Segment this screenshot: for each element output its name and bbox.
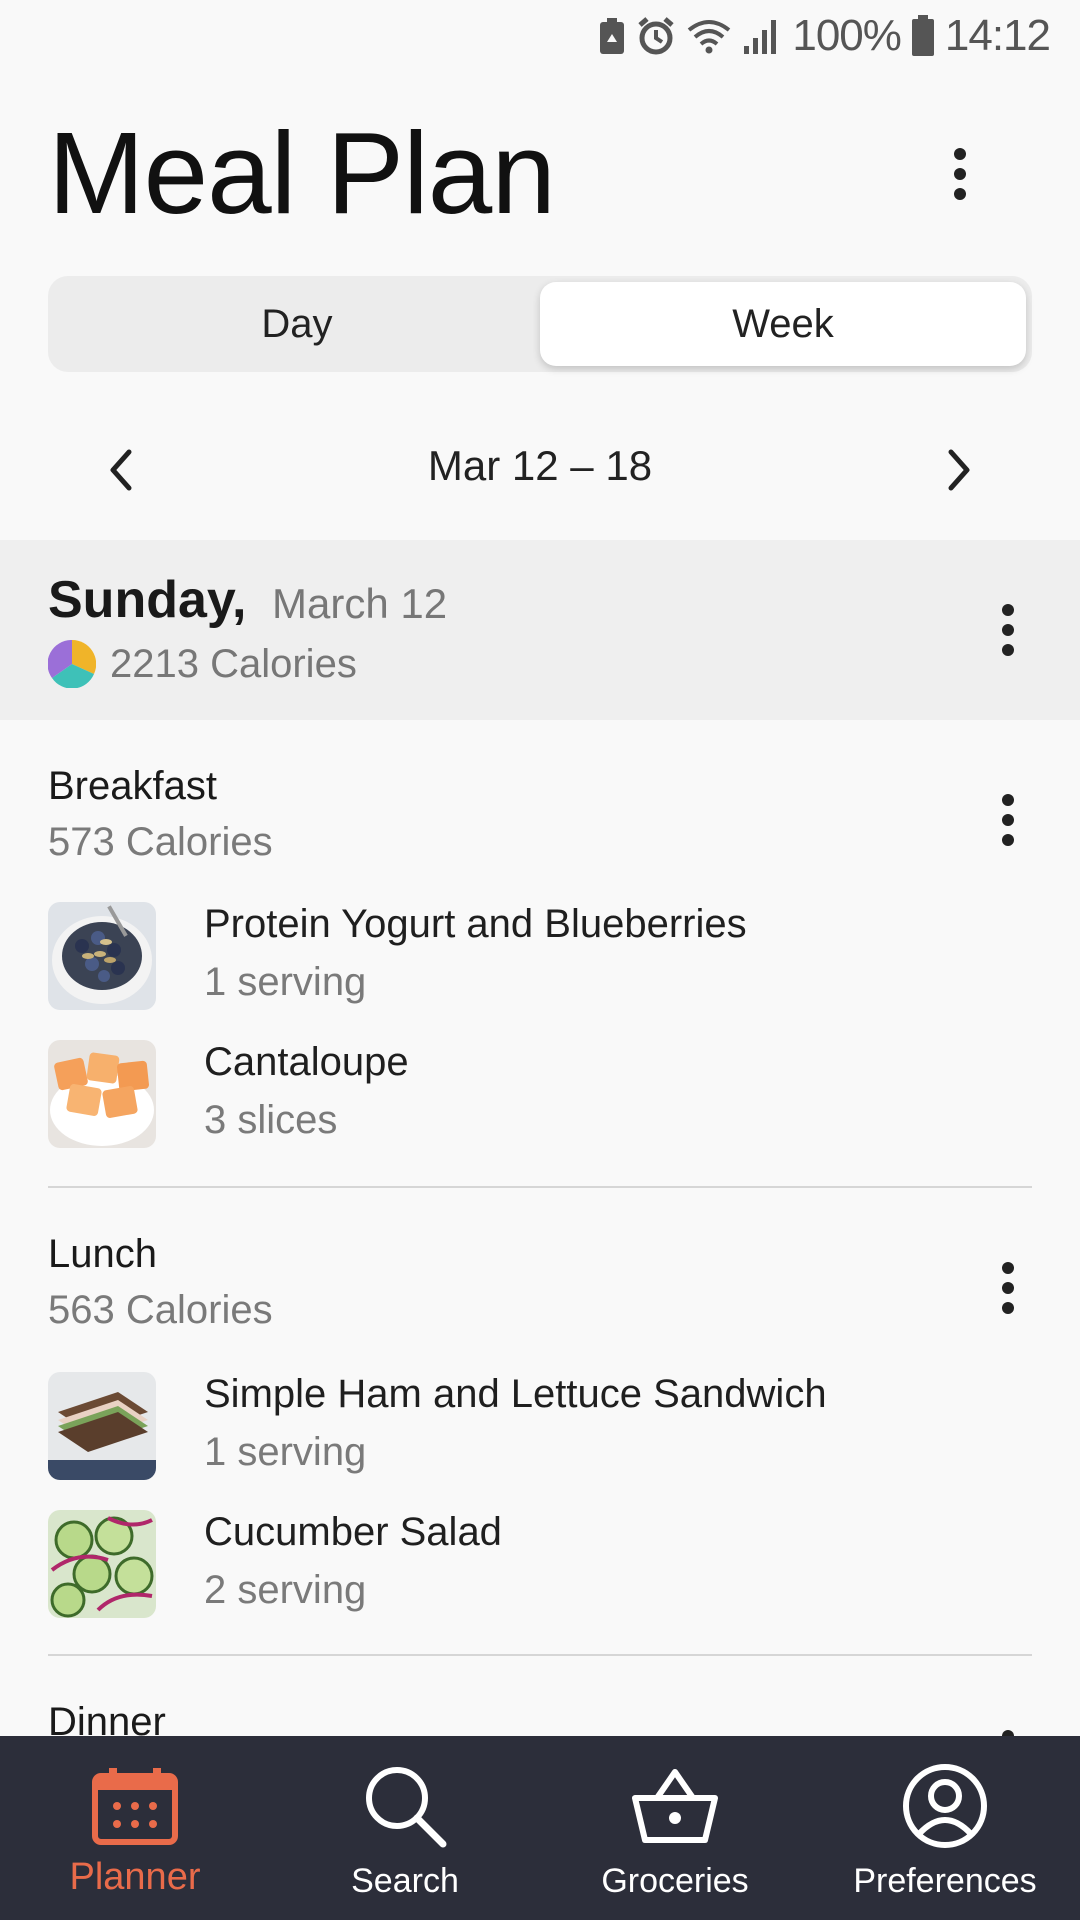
next-week-button[interactable] [930,440,990,500]
food-item[interactable]: Cucumber Salad 2 serving [48,1510,1032,1620]
cucumber-salad-thumbnail [48,1510,156,1618]
search-icon [361,1756,449,1856]
nav-preferences[interactable]: Preferences [810,1736,1080,1920]
food-quantity: 3 slices [204,1098,338,1142]
battery-icon [911,15,934,56]
dot [1002,644,1014,656]
alarm-icon [638,17,674,55]
day-calorie-summary: 2213 Calories [48,640,357,688]
day-calories: 2213 Calories [110,641,357,686]
food-name: Simple Ham and Lettuce Sandwich [204,1372,827,1416]
food-quantity: 2 serving [204,1568,367,1612]
nav-groceries[interactable]: Groceries [540,1736,810,1920]
wifi-icon [688,20,731,54]
dot [1002,624,1014,636]
meal-calories: 573 Calories [48,820,273,864]
food-name: Cucumber Salad [204,1510,502,1554]
battery-percent: 100% [792,11,902,60]
status-bar: 100% 14:12 [0,0,1080,72]
dot [1002,1262,1014,1274]
food-quantity: 1 serving [204,1430,367,1474]
chevron-right-icon [948,449,970,491]
bottom-navigation: Planner Search Groceries Preferences [0,1736,1080,1920]
day-name: Sunday, [48,571,247,629]
page-title: Meal Plan [48,108,556,238]
dot [1002,834,1014,846]
tab-day[interactable]: Day [54,282,540,366]
food-name: Protein Yogurt and Blueberries [204,902,747,946]
meal-divider [48,1186,1032,1188]
more-options-button[interactable] [930,134,990,214]
dot [954,188,966,200]
food-quantity: 1 serving [204,960,367,1004]
dot [1002,604,1014,616]
day-date: March 12 [272,580,448,627]
day-options-button[interactable] [978,590,1038,670]
dot [1002,1282,1014,1294]
nav-label: Preferences [853,1862,1037,1900]
nav-search[interactable]: Search [270,1736,540,1920]
tab-week[interactable]: Week [540,282,1026,366]
dot [954,148,966,160]
nav-planner[interactable]: Planner [0,1736,270,1920]
basket-icon [631,1756,719,1856]
dot [954,168,966,180]
ham-sandwich-thumbnail [48,1372,156,1480]
clock: 14:12 [944,11,1051,60]
food-item[interactable]: Protein Yogurt and Blueberries 1 serving [48,902,1032,1012]
day-header[interactable]: Sunday, March 12 2213 Calories [0,540,1080,720]
meal-title: Breakfast [48,764,217,808]
view-toggle: Day Week [48,276,1032,372]
profile-icon [901,1756,989,1856]
nav-label: Planner [69,1856,201,1898]
dot [1002,1302,1014,1314]
calendar-icon [91,1756,179,1856]
meal-calories: 563 Calories [48,1288,273,1332]
dot [1002,794,1014,806]
macro-pie-icon [48,640,96,688]
week-navigator: Mar 12 – 18 [0,430,1080,510]
cantaloupe-thumbnail [48,1040,156,1148]
meal-divider [48,1654,1032,1656]
nav-label: Search [351,1862,459,1900]
yogurt-blueberries-thumbnail [48,902,156,1010]
signal-icon [744,20,777,54]
week-range-label: Mar 12 – 18 [427,442,653,489]
food-name: Cantaloupe [204,1040,409,1084]
food-item[interactable]: Simple Ham and Lettuce Sandwich 1 servin… [48,1372,1032,1482]
recycle-notification-icon [600,18,625,54]
breakfast-options-button[interactable] [978,780,1038,860]
meal-title: Lunch [48,1232,157,1276]
food-item[interactable]: Cantaloupe 3 slices [48,1040,1032,1150]
dot [1002,814,1014,826]
nav-label: Groceries [601,1862,749,1900]
lunch-options-button[interactable] [978,1248,1038,1328]
